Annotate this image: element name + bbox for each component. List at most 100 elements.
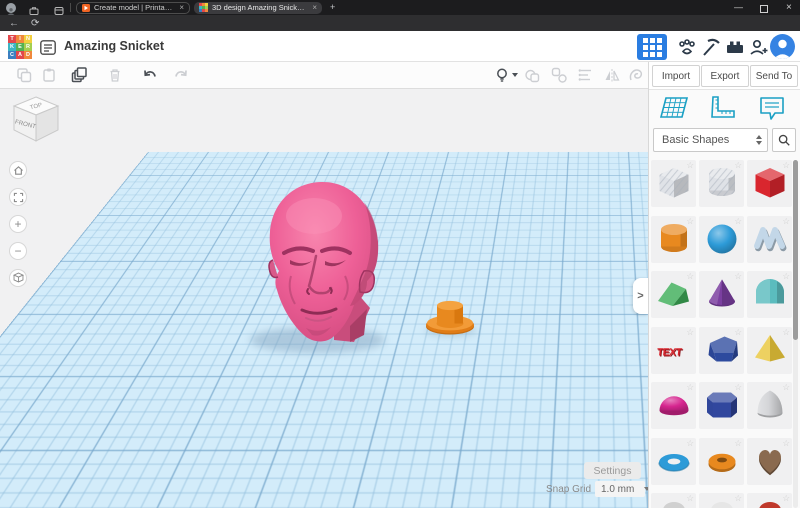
shape-library-select[interactable]: Basic Shapes <box>653 128 768 152</box>
tinkercad-logo[interactable]: TINKERCAD <box>8 35 32 59</box>
shape-paraboloid[interactable]: ☆ <box>747 382 792 429</box>
shape-cone[interactable]: ☆ <box>699 271 744 318</box>
favorite-star-icon[interactable]: ☆ <box>782 493 790 504</box>
shape-round-roof[interactable]: ☆ <box>747 271 792 318</box>
shape-half-sphere[interactable]: ☆ <box>651 382 696 429</box>
refresh-icon[interactable]: ⟳ <box>31 16 39 31</box>
shape-scribble[interactable]: ☆ <box>747 216 792 263</box>
favorite-star-icon[interactable]: ☆ <box>782 327 790 338</box>
view-cube[interactable]: TOP FRONT <box>8 93 64 145</box>
favorite-star-icon[interactable]: ☆ <box>734 160 742 171</box>
lightbulb-dropdown-caret-icon[interactable] <box>512 73 518 77</box>
favorite-star-icon[interactable]: ☆ <box>782 382 790 393</box>
snap-grid-label: Snap Grid <box>546 484 591 495</box>
zoom-in-button[interactable]: + <box>9 215 27 233</box>
favorite-star-icon[interactable]: ☆ <box>734 493 742 504</box>
favorite-star-icon[interactable]: ☆ <box>686 216 694 227</box>
ungroup-icon[interactable] <box>551 67 567 83</box>
favorite-star-icon[interactable]: ☆ <box>782 271 790 282</box>
lightbulb-icon[interactable] <box>494 67 510 83</box>
search-icon <box>777 133 791 147</box>
sim-lab-paw-icon[interactable] <box>676 36 698 58</box>
new-tab-button[interactable]: + <box>330 0 335 15</box>
panel-collapse-chevron[interactable]: > <box>633 278 648 314</box>
browser-profile-avatar[interactable] <box>6 3 16 13</box>
search-shapes-button[interactable] <box>772 128 796 152</box>
shape-box-transparent[interactable]: ☆ <box>651 160 696 207</box>
shape-polygon[interactable]: ☆ <box>699 327 744 374</box>
fit-view-button[interactable] <box>9 188 27 206</box>
snap-grid-select[interactable]: 1.0 mm <box>595 481 645 497</box>
shape-roof[interactable]: ☆ <box>651 271 696 318</box>
mirror-flip-icon[interactable] <box>604 67 620 83</box>
select-stepper-icon[interactable] <box>756 135 762 145</box>
favorite-star-icon[interactable]: ☆ <box>734 216 742 227</box>
favorite-star-icon[interactable]: ☆ <box>686 160 694 171</box>
shape-sphere[interactable]: ☆ <box>699 216 744 263</box>
import-button[interactable]: Import <box>652 65 700 87</box>
favorite-star-icon[interactable]: ☆ <box>734 271 742 282</box>
export-button[interactable]: Export <box>701 65 749 87</box>
align-icon[interactable] <box>578 67 594 83</box>
send-to-button[interactable]: Send To <box>750 65 798 87</box>
collaborate-person-add-icon[interactable] <box>748 36 770 58</box>
shape-cylinder[interactable]: ☆ <box>651 216 696 263</box>
notes-tool-icon[interactable] <box>757 94 787 122</box>
shape-box[interactable]: ☆ <box>747 160 792 207</box>
window-close-button[interactable]: × <box>786 0 792 15</box>
favorite-star-icon[interactable]: ☆ <box>686 438 694 449</box>
favorite-star-icon[interactable]: ☆ <box>782 438 790 449</box>
blocks-pickaxe-icon[interactable] <box>700 36 722 58</box>
browser-tab-tinkercad[interactable]: 3D design Amazing Snicket | Tin × <box>194 2 322 14</box>
design-title[interactable]: Amazing Snicket <box>64 31 164 62</box>
viewport-3d[interactable]: TOP FRONT + − Settings Snap Grid 1.0 mm … <box>0 89 648 508</box>
favorite-star-icon[interactable]: ☆ <box>686 271 694 282</box>
shape-tube[interactable]: ☆ <box>699 438 744 485</box>
properties-list-icon[interactable] <box>40 40 56 55</box>
shape-pyramid[interactable]: ☆ <box>747 327 792 374</box>
panel-scrollbar[interactable] <box>793 160 798 508</box>
shape-prism[interactable]: ☆ <box>699 382 744 429</box>
favorite-star-icon[interactable]: ☆ <box>686 327 694 338</box>
shape-shape-partial-2[interactable]: ☆ <box>699 493 744 508</box>
favorite-star-icon[interactable]: ☆ <box>782 160 790 171</box>
shape-text[interactable]: TEXTTEXT ☆ <box>651 327 696 374</box>
favorite-star-icon[interactable]: ☆ <box>734 327 742 338</box>
tab-close-icon[interactable]: × <box>312 3 317 12</box>
shape-shape-partial-3[interactable]: ☆ <box>747 493 792 508</box>
zoom-out-button[interactable]: − <box>9 242 27 260</box>
bricks-icon[interactable] <box>724 36 746 58</box>
redo-icon[interactable] <box>173 67 189 83</box>
perspective-toggle-button[interactable] <box>9 269 27 287</box>
panel-scrollbar-thumb[interactable] <box>793 160 798 340</box>
undo-icon[interactable] <box>142 67 158 83</box>
workplane-tool-icon[interactable] <box>659 94 689 122</box>
home-view-button[interactable] <box>9 161 27 179</box>
hat-model[interactable] <box>424 295 476 335</box>
favorite-star-icon[interactable]: ☆ <box>782 216 790 227</box>
favorite-star-icon[interactable]: ☆ <box>686 382 694 393</box>
group-icon[interactable] <box>524 67 540 83</box>
favorite-star-icon[interactable]: ☆ <box>734 382 742 393</box>
ruler-tool-icon[interactable] <box>707 94 737 122</box>
user-avatar[interactable] <box>770 34 795 59</box>
favorite-star-icon[interactable]: ☆ <box>686 493 694 504</box>
window-minimize-button[interactable]: — <box>734 0 743 15</box>
3d-design-mode-button[interactable] <box>637 34 667 60</box>
head-model[interactable] <box>246 176 396 356</box>
paste-icon[interactable] <box>41 67 57 83</box>
duplicate-icon[interactable] <box>71 67 87 83</box>
settings-button[interactable]: Settings <box>584 462 641 479</box>
shape-heart[interactable]: ☆ <box>747 438 792 485</box>
shape-shape-partial-1[interactable]: ☆ <box>651 493 696 508</box>
tab-close-icon[interactable]: × <box>179 3 184 12</box>
copy-icon[interactable] <box>16 67 32 83</box>
window-maximize-button[interactable] <box>760 5 768 13</box>
shape-cylinder-transparent[interactable]: ☆ <box>699 160 744 207</box>
favorite-star-icon[interactable]: ☆ <box>734 438 742 449</box>
notes-ribbon-icon[interactable] <box>628 67 644 83</box>
delete-trash-icon[interactable] <box>107 67 123 83</box>
back-icon[interactable]: ← <box>9 16 19 31</box>
browser-tab-printables[interactable]: Create model | Printables.com × <box>76 2 190 14</box>
shape-torus[interactable]: ☆ <box>651 438 696 485</box>
